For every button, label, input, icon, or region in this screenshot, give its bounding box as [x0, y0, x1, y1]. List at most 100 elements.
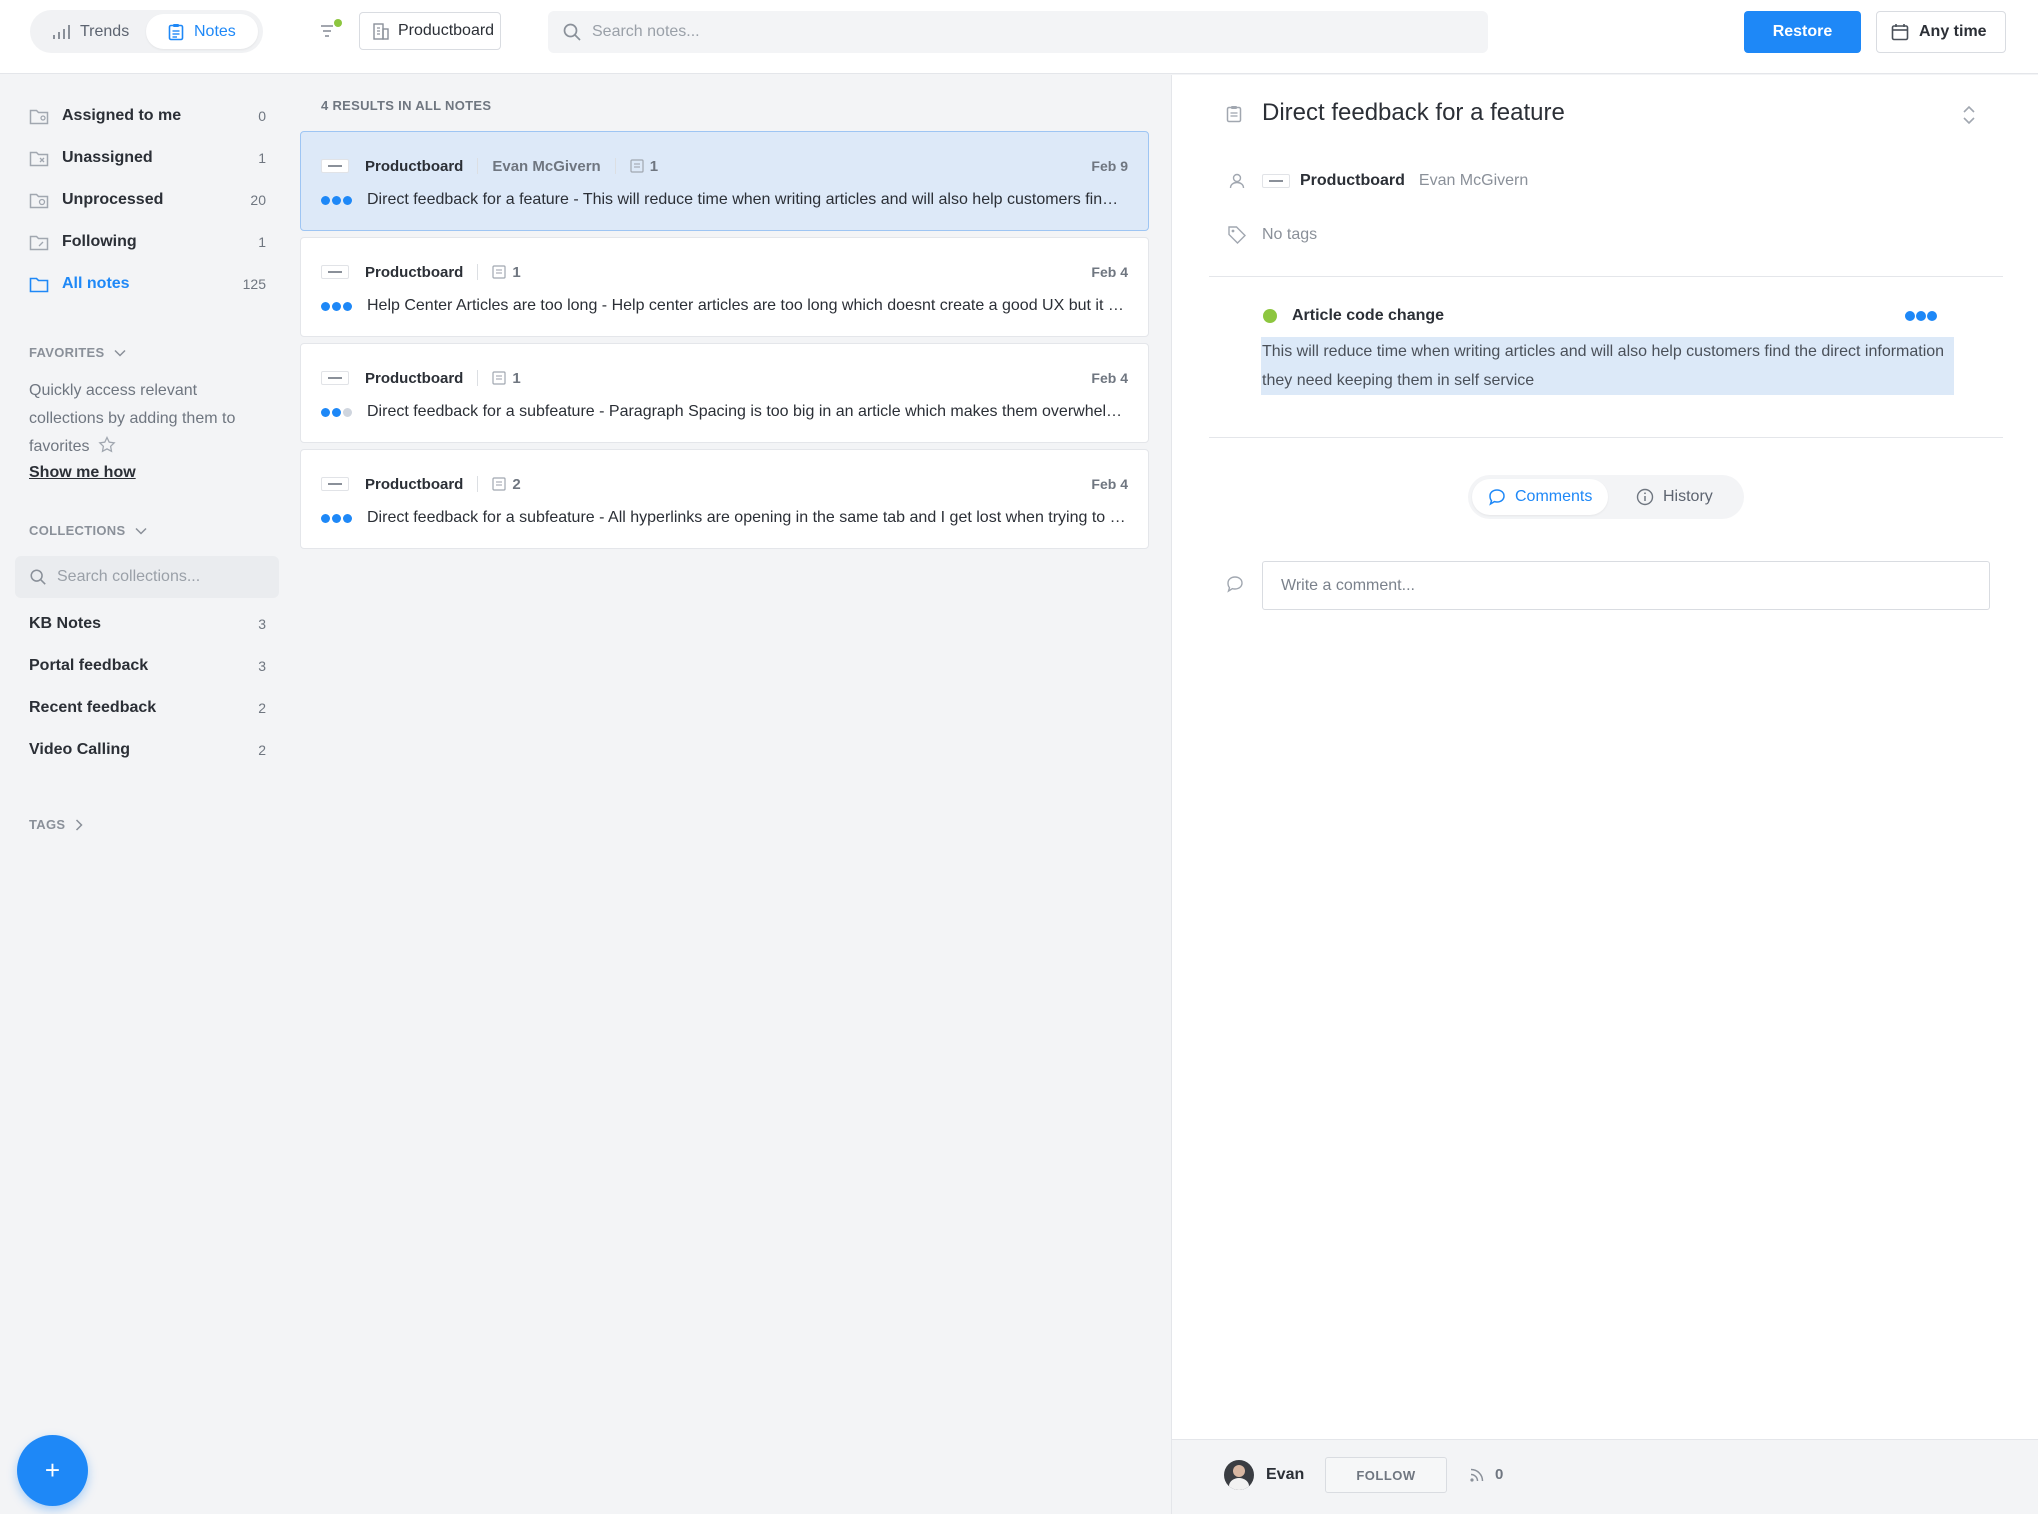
note-insight-count: 2	[512, 475, 521, 493]
sidebar-item-assigned[interactable]: Assigned to me 0	[28, 101, 266, 131]
search-icon	[30, 569, 46, 585]
sidebar-item-count: 1	[258, 234, 266, 250]
note-insight-count: 1	[512, 369, 521, 387]
favorites-heading[interactable]: FAVORITES	[29, 345, 126, 360]
company-logo	[321, 265, 349, 279]
note-body: Help Center Articles are too long - Help…	[321, 294, 1128, 318]
note-card[interactable]: Productboard 1 Feb 4 Direct feedback for…	[300, 343, 1149, 443]
search-collections-input[interactable]	[57, 568, 257, 586]
date-range-button[interactable]: Any time	[1876, 11, 2006, 53]
divider	[477, 158, 479, 174]
divider	[1209, 437, 2003, 438]
note-company: Productboard	[365, 263, 464, 281]
note-insights: 2	[492, 475, 521, 493]
sidebar-item-following[interactable]: Following 1	[28, 227, 266, 257]
note-date: Feb 4	[1091, 264, 1128, 280]
note-card[interactable]: Productboard 2 Feb 4 Direct feedback for…	[300, 449, 1149, 549]
tab-history[interactable]: History	[1626, 479, 1736, 515]
divider	[614, 158, 616, 174]
collection-label: Recent feedback	[29, 699, 157, 716]
date-range-label: Any time	[1919, 23, 1987, 40]
note-text: Direct feedback for a subfeature - Parag…	[367, 403, 1127, 420]
insight-doc-icon	[630, 159, 644, 173]
view-switcher: Trends Notes	[30, 10, 263, 53]
collection-video-calling[interactable]: Video Calling 2	[29, 735, 266, 765]
show-me-how-link[interactable]: Show me how	[29, 464, 136, 482]
filter-button[interactable]	[318, 18, 344, 44]
note-tags-row[interactable]: No tags	[1226, 225, 1317, 245]
unprocessed-folder-icon	[28, 189, 50, 211]
insight-doc-icon	[492, 371, 506, 385]
note-company: Productboard	[365, 369, 464, 387]
collection-portal-feedback[interactable]: Portal feedback 3	[29, 651, 266, 681]
tab-history-label: History	[1663, 488, 1713, 505]
activity-tabs: Comments History	[1468, 475, 1744, 519]
tab-comments[interactable]: Comments	[1472, 479, 1608, 515]
comment-icon	[1489, 489, 1505, 506]
expand-icon[interactable]	[1961, 105, 1977, 130]
collection-kb-notes[interactable]: KB Notes 3	[29, 609, 266, 639]
sidebar-item-count: 125	[242, 276, 266, 292]
status-dot	[1263, 309, 1277, 323]
collections-heading[interactable]: COLLECTIONS	[29, 523, 147, 538]
company-logo	[321, 477, 349, 491]
collections-heading-label: COLLECTIONS	[29, 523, 126, 538]
sidebar-item-label: Unassigned	[62, 149, 153, 166]
add-note-button[interactable]: +	[17, 1435, 88, 1506]
insight-doc-icon	[492, 477, 506, 491]
tab-notes[interactable]: Notes	[146, 14, 258, 49]
note-meta: Productboard 2 Feb 4	[321, 472, 1128, 496]
tab-trends-label: Trends	[80, 22, 130, 40]
note-title[interactable]: Direct feedback for a feature	[1262, 99, 1565, 127]
note-card[interactable]: Productboard 1 Feb 4 Help Center Article…	[300, 237, 1149, 337]
importance-dots[interactable]	[1905, 311, 1938, 321]
importance-dots	[321, 301, 355, 311]
importance-dots	[321, 513, 355, 523]
collection-label: Portal feedback	[29, 657, 149, 674]
search-notes-input[interactable]	[592, 23, 1472, 41]
board-selector[interactable]: Productboard	[359, 12, 501, 50]
follow-button[interactable]: FOLLOW	[1325, 1457, 1447, 1493]
note-owner-row[interactable]: Productboard Evan McGivern	[1226, 172, 1528, 190]
sidebar: Assigned to me 0 Unassigned 1 Unprocesse…	[0, 75, 290, 1514]
insight-title[interactable]: Article code change	[1263, 307, 1444, 325]
search-notes-field	[548, 11, 1488, 53]
collection-count: 2	[258, 700, 266, 716]
insight-doc-icon	[492, 265, 506, 279]
sidebar-item-all-notes[interactable]: All notes 125	[28, 269, 266, 299]
note-company: Productboard	[1300, 172, 1405, 189]
note-meta: Productboard 1 Feb 4	[321, 366, 1128, 390]
divider	[477, 264, 479, 280]
followers-count[interactable]: 0	[1469, 1466, 1503, 1483]
tab-comments-label: Comments	[1515, 488, 1593, 505]
collection-label: KB Notes	[29, 615, 102, 632]
note-card[interactable]: Productboard Evan McGivern 1 Feb 9 Direc…	[300, 131, 1149, 231]
search-icon	[563, 23, 581, 41]
tags-heading[interactable]: TAGS	[29, 817, 83, 832]
chevron-right-icon	[76, 818, 83, 831]
note-meta: Productboard 1 Feb 4	[321, 260, 1128, 284]
note-body: Direct feedback for a subfeature - Parag…	[321, 400, 1128, 424]
note-insights: 1	[630, 158, 658, 175]
tab-trends[interactable]: Trends	[44, 14, 162, 49]
followers-count-value: 0	[1495, 1466, 1504, 1483]
importance-dots	[321, 195, 355, 205]
insight-title-label: Article code change	[1292, 307, 1445, 324]
note-company: Productboard	[365, 475, 464, 493]
comment-icon	[1226, 575, 1244, 598]
avatar[interactable]	[1224, 1460, 1254, 1490]
collection-recent-feedback[interactable]: Recent feedback 2	[29, 693, 266, 723]
info-icon	[1636, 488, 1654, 506]
sidebar-item-label: Following	[62, 233, 137, 250]
restore-button[interactable]: Restore	[1744, 11, 1861, 53]
folder-icon	[28, 273, 50, 295]
sidebar-item-unprocessed[interactable]: Unprocessed 20	[28, 185, 266, 215]
filter-icon	[321, 19, 342, 37]
sidebar-item-unassigned[interactable]: Unassigned 1	[28, 143, 266, 173]
note-author: Evan McGivern	[492, 157, 601, 175]
building-icon	[373, 23, 389, 40]
tag-icon	[1226, 225, 1248, 245]
note-date: Feb 4	[1091, 476, 1128, 492]
tags-heading-label: TAGS	[29, 817, 66, 832]
comment-input[interactable]	[1281, 576, 1961, 595]
